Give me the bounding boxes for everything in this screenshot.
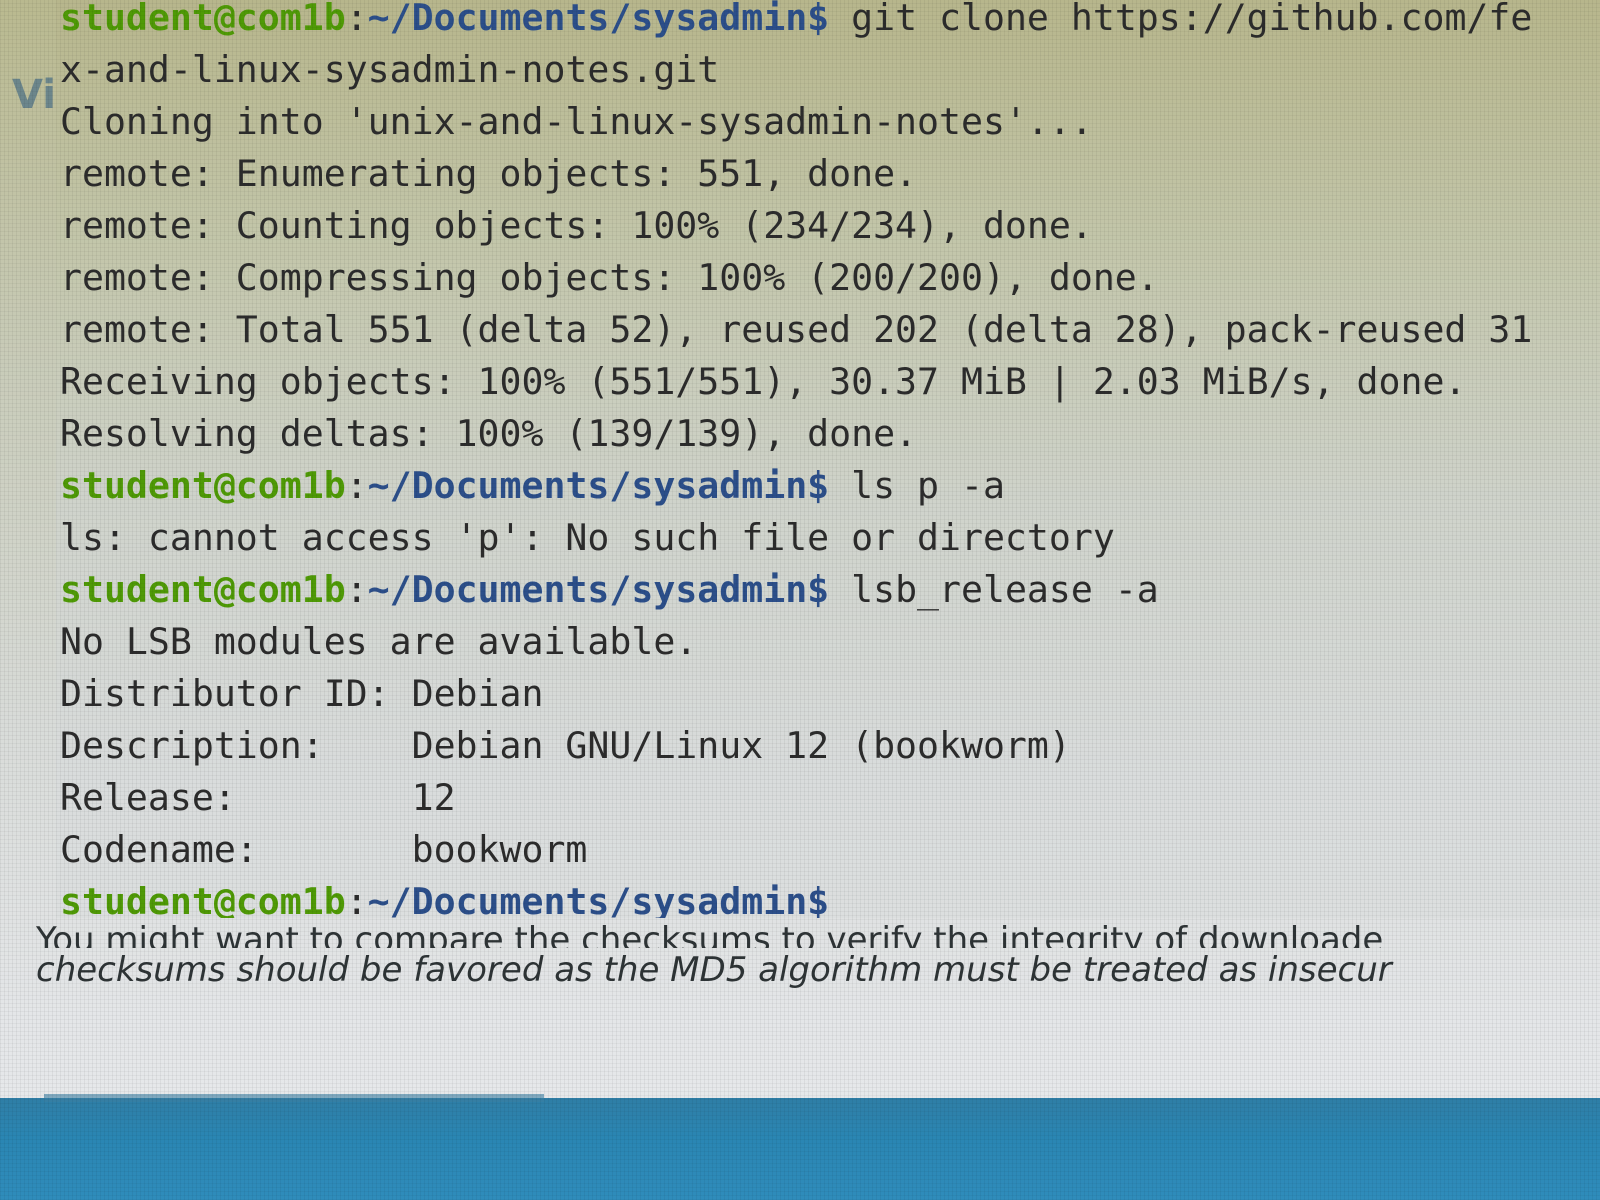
page-heading-fragment: Vi (12, 72, 56, 118)
terminal-output-line: Description: Debian GNU/Linux 12 (bookwo… (60, 724, 1071, 767)
terminal-output-line: Receiving objects: 100% (551/551), 30.37… (60, 360, 1467, 403)
terminal-prompt-line: student@com1b:~/Documents/sysadmin$ ls p… (60, 460, 1600, 512)
terminal-prompt-line: student@com1b:~/Documents/sysadmin$ (60, 876, 1600, 918)
prompt-user-host: student@com1b (60, 0, 346, 39)
screen: Vi You might want to compare the checksu… (0, 0, 1600, 1200)
prompt-path: ~/Documents/sysadmin$ (367, 880, 830, 918)
footer-faded-text (44, 1094, 544, 1102)
prompt-path: ~/Documents/sysadmin$ (367, 568, 830, 611)
prompt-colon: : (345, 464, 368, 507)
terminal-window[interactable]: student@com1b:~/Documents/sysadmin$ git … (56, 0, 1600, 918)
prompt-path: ~/Documents/sysadmin$ (367, 0, 830, 39)
terminal-output-line: ls: cannot access 'p': No such file or d… (60, 516, 1115, 559)
prompt-colon: : (345, 568, 368, 611)
terminal-output[interactable]: student@com1b:~/Documents/sysadmin$ git … (60, 0, 1600, 918)
prompt-colon: : (345, 880, 368, 918)
prompt-user-host: student@com1b (60, 880, 346, 918)
terminal-output-line: remote: Total 551 (delta 52), reused 202… (60, 308, 1533, 351)
terminal-prompt-line: student@com1b:~/Documents/sysadmin$ lsb_… (60, 564, 1600, 616)
prompt-user-host: student@com1b (60, 568, 346, 611)
terminal-output-line: Codename: bookworm (60, 828, 588, 871)
page-footer-bar (0, 1094, 1600, 1200)
terminal-output-line: Cloning into 'unix-and-linux-sysadmin-no… (60, 100, 1093, 143)
terminal-output-line: remote: Counting objects: 100% (234/234)… (60, 204, 1093, 247)
terminal-output-line: remote: Compressing objects: 100% (200/2… (60, 256, 1159, 299)
terminal-output-line: Release: 12 (60, 776, 456, 819)
terminal-output-line: remote: Enumerating objects: 551, done. (60, 152, 918, 195)
terminal-prompt-line: student@com1b:~/Documents/sysadmin$ git … (60, 0, 1600, 44)
prompt-user-host: student@com1b (60, 464, 346, 507)
terminal-output-line: x-and-linux-sysadmin-notes.git (60, 48, 720, 91)
page-text-line-1: You might want to compare the checksums … (36, 920, 1384, 948)
terminal-output-line: Distributor ID: Debian (60, 672, 544, 715)
terminal-output-line: Resolving deltas: 100% (139/139), done. (60, 412, 918, 455)
page-text-line-2: checksums should be favored as the MD5 a… (36, 950, 1392, 990)
command-text: lsb_release -a (829, 568, 1159, 611)
command-text: ls p -a (829, 464, 1005, 507)
prompt-path: ~/Documents/sysadmin$ (367, 464, 830, 507)
prompt-colon: : (345, 0, 368, 39)
page-paragraph: You might want to compare the checksums … (36, 918, 1600, 992)
command-text: git clone https://github.com/fe (829, 0, 1533, 39)
terminal-output-line: No LSB modules are available. (60, 620, 698, 663)
